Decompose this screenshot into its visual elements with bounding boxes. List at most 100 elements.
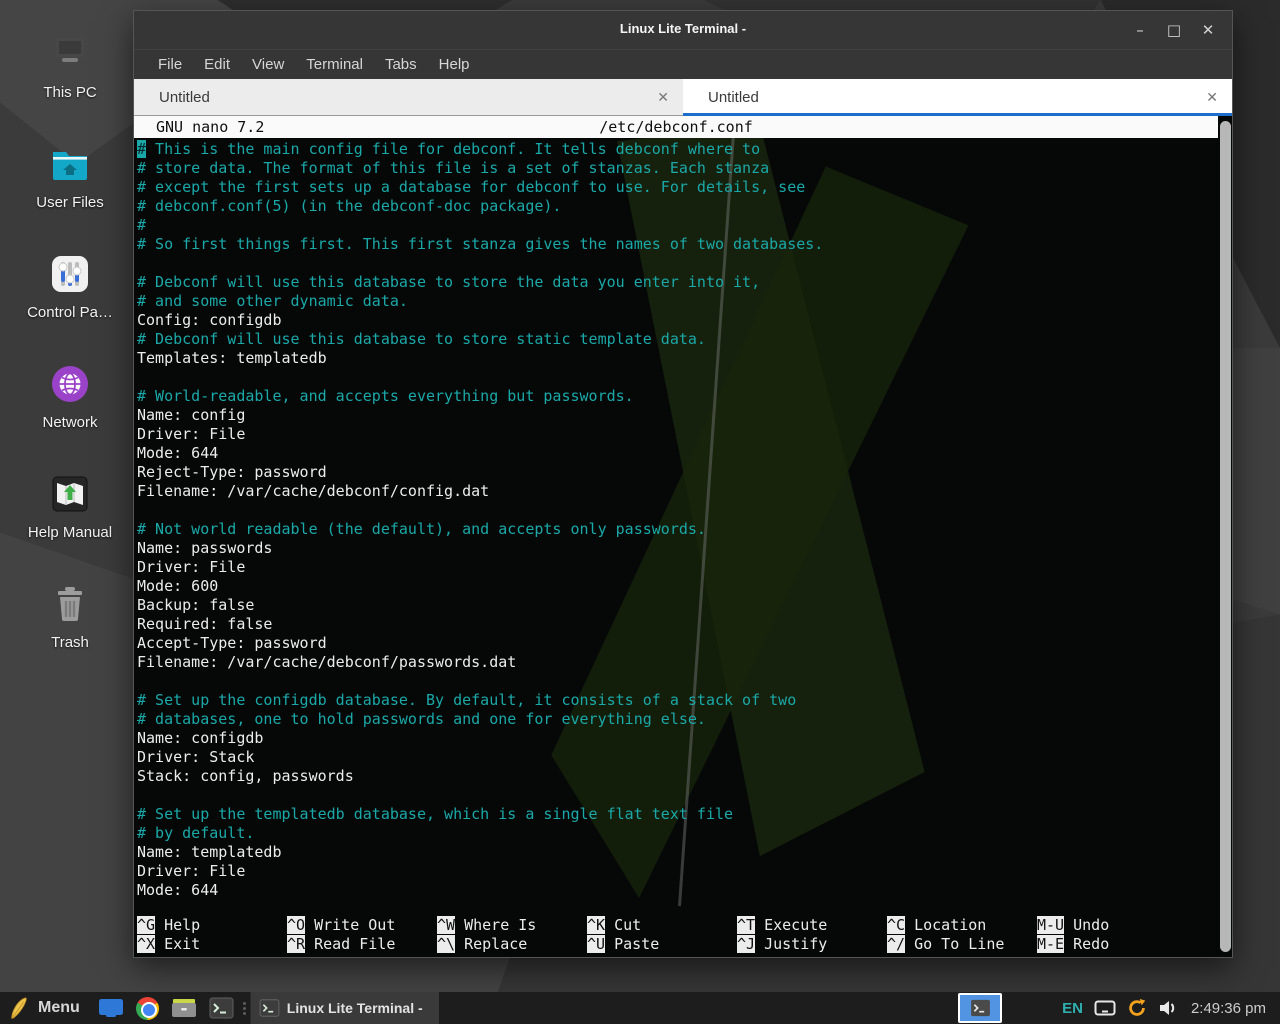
start-menu-label[interactable]: Menu: [36, 992, 92, 1024]
chrome-icon: [136, 997, 159, 1020]
menu-tabs[interactable]: Tabs: [374, 56, 428, 73]
shortcut-label: Location: [905, 916, 986, 934]
keyboard-layout-indicator[interactable]: EN: [1058, 1000, 1087, 1017]
desktop-icon-help-manual[interactable]: Help Manual: [18, 470, 122, 541]
blank-line: [137, 786, 1216, 805]
shortcut-key: M-E: [1037, 935, 1064, 953]
terminal-icon: [259, 999, 280, 1017]
config-comment-line: #: [137, 216, 1216, 235]
close-button[interactable]: ✕: [1198, 21, 1218, 39]
shortcut-label: Write Out: [305, 916, 395, 934]
nano-shortcut: ^T Execute: [737, 916, 887, 935]
shortcut-key: ^T: [737, 916, 755, 934]
menu-file[interactable]: File: [147, 56, 193, 73]
config-value-line: Name: passwords: [137, 539, 1216, 558]
sliders-icon: [46, 250, 94, 298]
display-icon: [1094, 1000, 1116, 1017]
menu-view[interactable]: View: [241, 56, 295, 73]
taskbar-clock[interactable]: 2:49:36 pm: [1185, 1000, 1274, 1017]
tray-terminal-button[interactable]: [958, 993, 1002, 1023]
menu-help[interactable]: Help: [428, 56, 481, 73]
desktop-icon-this-pc[interactable]: This PC: [18, 30, 122, 101]
menu-edit[interactable]: Edit: [193, 56, 241, 73]
blank-line: [137, 672, 1216, 691]
config-comment-line: # Debconf will use this database to stor…: [137, 330, 1216, 349]
show-desktop-button[interactable]: [92, 992, 130, 1024]
desktop-icon-label: Network: [18, 414, 122, 431]
shortcut-label: Undo: [1064, 916, 1109, 934]
window-titlebar[interactable]: Linux Lite Terminal - – □ ✕: [134, 11, 1232, 49]
desktop-icon-label: Control Pa…: [18, 304, 122, 321]
file-manager-icon: [171, 997, 197, 1019]
config-value-line: Filename: /var/cache/debconf/config.dat: [137, 482, 1216, 501]
config-comment-line: # except the first sets up a database fo…: [137, 178, 1216, 197]
task-button-label: Linux Lite Terminal -: [287, 1000, 423, 1016]
updates-tray[interactable]: [1123, 992, 1151, 1024]
volume-tray[interactable]: [1155, 992, 1181, 1024]
maximize-button[interactable]: □: [1164, 21, 1184, 39]
start-menu-button[interactable]: [0, 992, 36, 1024]
desktop-icon-control-panel[interactable]: Control Pa…: [18, 250, 122, 321]
nano-shortcut: M-E Redo: [1037, 935, 1187, 954]
config-value-line: Name: configdb: [137, 729, 1216, 748]
config-value-line: Required: false: [137, 615, 1216, 634]
nano-shortcut: ^W Where Is: [437, 916, 587, 935]
config-value-line: Reject-Type: password: [137, 463, 1216, 482]
desktop-icon-label: User Files: [18, 194, 122, 211]
nano-shortcut-bar: ^G Help^O Write Out^W Where Is^K Cut^T E…: [137, 916, 1216, 954]
taskbar-handle[interactable]: [240, 992, 250, 1024]
shortcut-key: ^G: [137, 916, 155, 934]
nano-shortcut: ^J Justify: [737, 935, 887, 954]
trash-icon: [46, 580, 94, 628]
tab-untitled-2[interactable]: Untitled ✕: [683, 79, 1232, 116]
shortcut-label: Execute: [755, 916, 827, 934]
tab-label: Untitled: [159, 89, 657, 106]
shortcut-label: Redo: [1064, 935, 1109, 953]
shortcut-key: ^J: [737, 935, 755, 953]
shortcut-label: Where Is: [455, 916, 536, 934]
tab-close-icon[interactable]: ✕: [1206, 89, 1218, 106]
config-value-line: Name: config: [137, 406, 1216, 425]
computer-icon: [46, 30, 94, 78]
nano-shortcut: ^K Cut: [587, 916, 737, 935]
minimize-button[interactable]: –: [1130, 21, 1150, 39]
home-folder-icon: [46, 140, 94, 188]
config-comment-line: # So first things first. This first stan…: [137, 235, 1216, 254]
config-comment-line: # Set up the configdb database. By defau…: [137, 691, 1216, 710]
terminal-launcher[interactable]: [203, 992, 240, 1024]
terminal-screen[interactable]: GNU nano 7.2 /etc/debconf.conf # This is…: [134, 116, 1232, 957]
shortcut-key: ^U: [587, 935, 605, 953]
shortcut-key: ^C: [887, 916, 905, 934]
tab-untitled-1[interactable]: Untitled ✕: [134, 79, 683, 116]
nano-shortcut: ^/ Go To Line: [887, 935, 1037, 954]
config-comment-line: # Set up the templatedb database, which …: [137, 805, 1216, 824]
config-value-line: Accept-Type: password: [137, 634, 1216, 653]
blank-line: [137, 368, 1216, 387]
desktop-icon-user-files[interactable]: User Files: [18, 140, 122, 211]
tab-bar: Untitled ✕ Untitled ✕: [134, 79, 1232, 116]
desktop-icon-trash[interactable]: Trash: [18, 580, 122, 651]
shortcut-key: ^R: [287, 935, 305, 953]
nano-shortcut: ^U Paste: [587, 935, 737, 954]
window-title: Linux Lite Terminal -: [134, 21, 1232, 36]
config-value-line: Driver: File: [137, 558, 1216, 577]
tab-close-icon[interactable]: ✕: [657, 89, 669, 106]
terminal-scrollbar[interactable]: [1220, 121, 1231, 952]
shortcut-label: Go To Line: [905, 935, 1004, 953]
desktop-icon-label: Help Manual: [18, 524, 122, 541]
config-comment-line: # debconf.conf(5) (in the debconf-doc pa…: [137, 197, 1216, 216]
nano-shortcut: M-U Undo: [1037, 916, 1187, 935]
chrome-launcher[interactable]: [130, 992, 165, 1024]
shortcut-label: Exit: [155, 935, 200, 953]
tab-label: Untitled: [708, 89, 1206, 106]
config-comment-line: # databases, one to hold passwords and o…: [137, 710, 1216, 729]
show-desktop-icon: [98, 998, 124, 1018]
display-settings-tray[interactable]: [1091, 992, 1119, 1024]
task-button-terminal[interactable]: Linux Lite Terminal -: [250, 992, 439, 1024]
desktop-icon-network[interactable]: Network: [18, 360, 122, 431]
nano-edit-buffer[interactable]: # This is the main config file for debco…: [137, 140, 1216, 900]
shortcut-key: ^\: [437, 935, 455, 953]
file-manager-launcher[interactable]: [165, 992, 203, 1024]
shortcut-label: Replace: [455, 935, 527, 953]
menu-terminal[interactable]: Terminal: [295, 56, 374, 73]
